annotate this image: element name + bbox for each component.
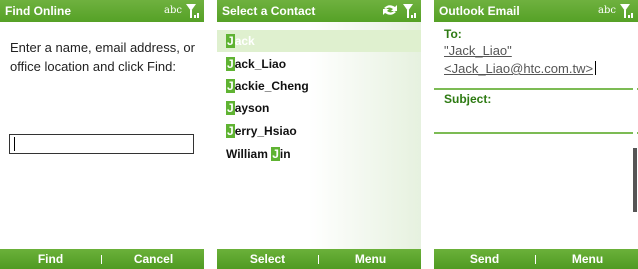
text-caret: [595, 61, 597, 75]
scrollbar-thumb[interactable]: [633, 148, 637, 212]
softkey-bar: Send Menu: [434, 249, 638, 269]
text-caret: [14, 137, 15, 151]
recipient-name: "Jack_Liao": [444, 43, 512, 58]
field-divider: [434, 88, 638, 90]
contact-name-rest: ackie_Cheng: [234, 79, 309, 93]
softkey-divider: [535, 255, 536, 264]
contact-name-rest: ayson: [234, 101, 270, 115]
contact-item[interactable]: Jack_Liao: [217, 53, 421, 75]
sync-icon: [381, 3, 399, 20]
title-bar: Find Online abc: [0, 0, 204, 22]
contact-name-rest: in: [279, 147, 291, 161]
match-highlight: J: [226, 79, 235, 93]
subject-label: Subject:: [444, 92, 492, 106]
menu-softkey[interactable]: Menu: [320, 252, 421, 266]
match-highlight: J: [226, 34, 235, 48]
title-bar: Select a Contact: [217, 0, 421, 22]
contact-name-rest: erry_Hsiao: [234, 124, 297, 138]
signal-icon: [403, 3, 417, 22]
instruction-text: Enter a name, email address, or office l…: [10, 40, 195, 74]
contact-item[interactable]: Jackie_Cheng: [217, 75, 421, 97]
contact-name-rest: ack_Liao: [234, 57, 287, 71]
cancel-softkey[interactable]: Cancel: [103, 252, 204, 266]
signal-icon: [620, 3, 634, 22]
screen-title: Select a Contact: [222, 4, 316, 18]
match-highlight: J: [226, 124, 235, 138]
signal-icon: [186, 3, 200, 22]
contact-item[interactable]: William Jin: [217, 143, 421, 165]
match-highlight: J: [226, 57, 235, 71]
contact-name-rest: ack: [234, 34, 255, 48]
to-label: To:: [444, 27, 462, 41]
select-softkey[interactable]: Select: [217, 252, 318, 266]
match-highlight: J: [271, 147, 280, 161]
field-divider: [434, 132, 638, 134]
contact-item[interactable]: Jayson: [217, 97, 421, 119]
contact-item[interactable]: Jack: [217, 30, 421, 52]
contact-name-prefix: William: [226, 147, 272, 161]
menu-softkey[interactable]: Menu: [537, 252, 638, 266]
match-highlight: J: [226, 101, 235, 115]
title-bar: Outlook Email abc: [434, 0, 638, 22]
input-mode-indicator: abc: [164, 5, 182, 16]
outlook-email-screen: Outlook Email abc To: "Jack_Liao" <Jack_…: [434, 0, 638, 269]
find-softkey[interactable]: Find: [0, 252, 101, 266]
search-input[interactable]: [9, 134, 194, 154]
to-field[interactable]: "Jack_Liao" <Jack_Liao@htc.com.tw>: [444, 42, 614, 78]
find-online-screen: Find Online abc Enter a name, email addr…: [0, 0, 204, 269]
input-mode-indicator: abc: [598, 5, 616, 16]
screen-title: Outlook Email: [439, 4, 520, 18]
recipient-address: <Jack_Liao@htc.com.tw>: [444, 61, 594, 76]
softkey-bar: Select Menu: [217, 249, 421, 269]
send-softkey[interactable]: Send: [434, 252, 535, 266]
contact-item[interactable]: Jerry_Hsiao: [217, 120, 421, 142]
scrollbar[interactable]: [633, 24, 637, 249]
softkey-divider: [318, 255, 319, 264]
select-contact-screen: Select a Contact Jack Jack_Liao Jackie_C…: [217, 0, 421, 269]
screen-title: Find Online: [5, 4, 71, 18]
softkey-divider: [101, 255, 102, 264]
softkey-bar: Find Cancel: [0, 249, 204, 269]
